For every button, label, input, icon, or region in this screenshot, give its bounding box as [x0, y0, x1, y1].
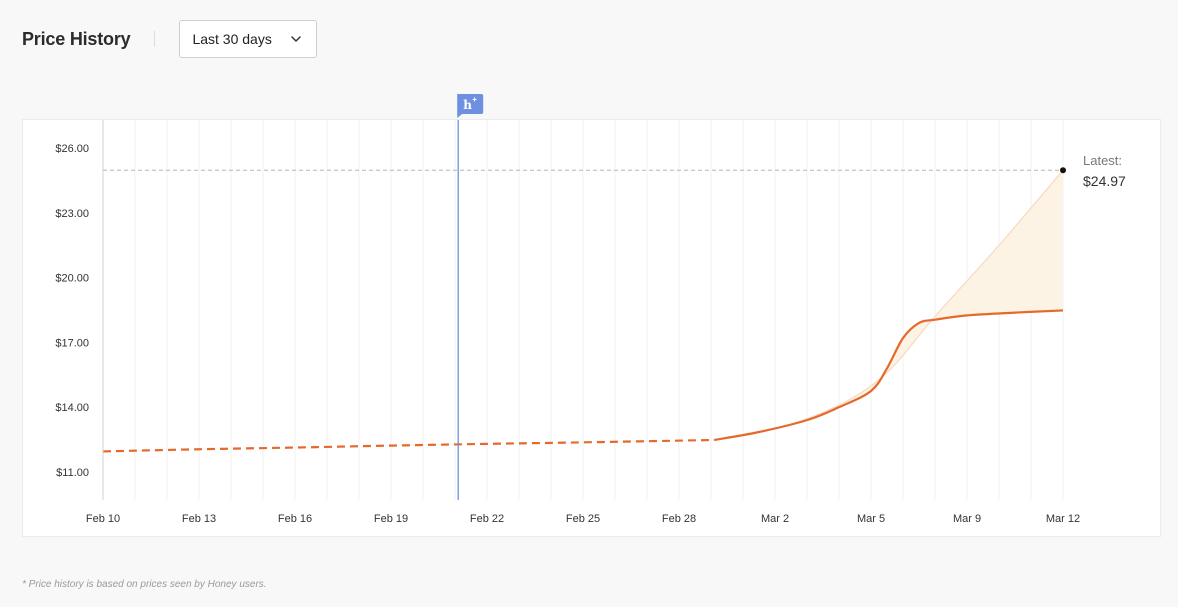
estimated-price-line	[102, 438, 715, 453]
price-range-band	[714, 169, 1064, 441]
latest-price-annotation: Latest: $24.97	[1060, 153, 1126, 189]
x-tick-label: Feb 25	[566, 513, 600, 525]
y-tick-label: $11.00	[56, 467, 89, 479]
x-tick-label: Feb 13	[182, 513, 216, 525]
footnote: * Price history is based on prices seen …	[22, 579, 267, 590]
x-tick-label: Feb 10	[86, 513, 120, 525]
x-tick-label: Mar 12	[1046, 513, 1080, 525]
honey-plus-glyph: +	[472, 95, 477, 104]
grid-lines	[102, 120, 1064, 500]
y-tick-label: $23.00	[55, 208, 89, 220]
y-tick-label: $20.00	[55, 273, 89, 285]
x-tick-label: Feb 16	[278, 513, 312, 525]
y-tick-label: $17.00	[55, 337, 89, 349]
x-tick-label: Mar 5	[857, 513, 885, 525]
x-tick-label: Feb 28	[662, 513, 696, 525]
latest-value: $24.97	[1083, 173, 1126, 189]
x-tick-label: Mar 2	[761, 513, 789, 525]
price-band-fill	[714, 170, 1063, 440]
x-tick-label: Mar 9	[953, 513, 981, 525]
price-line	[714, 309, 1064, 442]
latest-label: Latest:	[1083, 153, 1122, 168]
honey-h-glyph: h	[463, 98, 472, 112]
honey-marker[interactable]: h +	[457, 94, 484, 500]
x-tick-label: Feb 19	[374, 513, 408, 525]
y-tick-label: $26.00	[55, 143, 89, 155]
x-tick-label: Feb 22	[470, 513, 504, 525]
latest-point	[1060, 167, 1066, 174]
price-history-chart: h + $26.00 $23.00 $20.00 $17.00 $14.00 $11.00 F…	[55, 94, 1126, 525]
y-tick-label: $14.00	[55, 402, 89, 414]
